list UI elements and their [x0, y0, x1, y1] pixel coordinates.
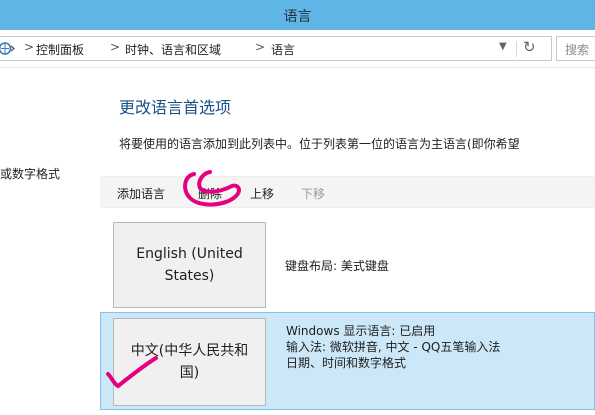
formats-text: 日期、时间和数字格式 — [286, 356, 407, 370]
page-title: 更改语言首选项 — [119, 98, 232, 117]
language-details: Windows 显示语言: 已启用 输入法: 微软拼音, 中文 - QQ五笔输入… — [286, 323, 500, 371]
search-input[interactable]: 搜索 — [556, 36, 595, 61]
address-box[interactable]: > 控制面板 > 时钟、语言和区域 > 语言 ▼ ↻ — [0, 36, 552, 61]
breadcrumb-separator-icon: > — [110, 40, 121, 54]
language-name-button[interactable]: 中文(中华人民共和国) — [113, 318, 266, 406]
page-description: 将要使用的语言添加到此列表中。位于列表第一位的语言为主语言(即你希望 — [119, 137, 520, 151]
search-placeholder: 搜索 — [565, 43, 590, 57]
move-down-button: 下移 — [301, 187, 326, 201]
language-row-chinese[interactable]: 中文(中华人民共和国) Windows 显示语言: 已启用 输入法: 微软拼音,… — [100, 312, 595, 410]
refresh-icon[interactable]: ↻ — [523, 38, 536, 56]
breadcrumb-separator-icon: > — [255, 40, 266, 54]
chevron-down-icon[interactable]: ▼ — [499, 41, 507, 52]
language-toolbar: 添加语言 删除 上移 下移 — [100, 176, 595, 208]
breadcrumb-control-panel[interactable]: 控制面板 — [36, 41, 84, 58]
display-language-text: Windows 显示语言: 已启用 — [286, 324, 436, 338]
sidebar-link-formats[interactable]: 或数字格式 — [0, 165, 60, 182]
remove-button[interactable]: 删除 — [198, 185, 222, 202]
language-details: 键盘布局: 美式键盘 — [285, 258, 389, 274]
breadcrumb-separator-icon: > — [24, 40, 35, 54]
breadcrumb-clock-language-region[interactable]: 时钟、语言和区域 — [125, 41, 221, 58]
window-titlebar: 语言 — [0, 0, 595, 30]
breadcrumb-language[interactable]: 语言 — [271, 41, 295, 58]
language-name-button[interactable]: English (United States) — [113, 222, 266, 308]
language-row-english[interactable]: English (United States) 键盘布局: 美式键盘 — [100, 214, 595, 312]
keyboard-layout-text: 键盘布局: 美式键盘 — [285, 259, 389, 273]
add-language-button[interactable]: 添加语言 — [117, 185, 165, 202]
move-up-button[interactable]: 上移 — [250, 185, 274, 202]
input-method-text: 输入法: 微软拼音, 中文 - QQ五笔输入法 — [286, 340, 501, 354]
control-panel-icon — [0, 42, 15, 55]
address-bar: > 控制面板 > 时钟、语言和区域 > 语言 ▼ ↻ 搜索 — [0, 30, 595, 68]
window-title: 语言 — [283, 9, 312, 25]
divider — [516, 41, 517, 57]
